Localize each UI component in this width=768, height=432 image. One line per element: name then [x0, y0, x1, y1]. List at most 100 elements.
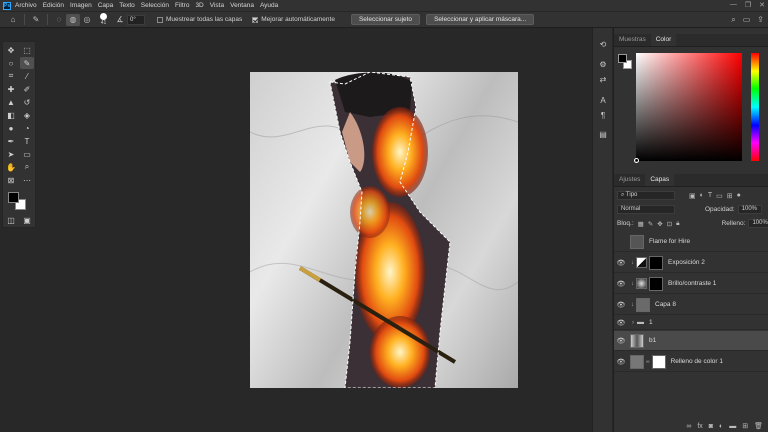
- libraries-panel-icon[interactable]: ▤: [596, 128, 610, 140]
- hue-slider[interactable]: [751, 53, 759, 161]
- filter-adjust-icon[interactable]: ◐: [700, 192, 704, 200]
- new-layer-icon[interactable]: ⊞: [742, 422, 748, 430]
- layer-row[interactable]: 👁︎ ↓ Exposición 2: [614, 253, 768, 273]
- menu-edicion[interactable]: Edición: [43, 2, 64, 9]
- menu-capa[interactable]: Capa: [98, 2, 114, 9]
- eye-icon[interactable]: 👁︎: [614, 358, 628, 366]
- foreground-color-swatch[interactable]: [8, 192, 19, 203]
- delete-layer-icon[interactable]: 🗑︎: [754, 422, 763, 430]
- layer-name[interactable]: Brillo/contraste 1: [668, 280, 716, 287]
- properties-panel-icon[interactable]: ⚙: [596, 58, 610, 70]
- healing-icon[interactable]: ✚: [4, 83, 18, 95]
- sample-all-layers-option[interactable]: Muestrear todas las capas: [157, 16, 242, 23]
- lasso-icon[interactable]: ○: [4, 57, 18, 69]
- document-canvas[interactable]: [250, 72, 518, 388]
- brush-icon[interactable]: ✐: [20, 83, 34, 95]
- shape-icon[interactable]: ▭: [20, 148, 34, 160]
- menu-imagen[interactable]: Imagen: [70, 2, 92, 9]
- auto-enhance-checkbox[interactable]: [252, 16, 259, 23]
- menu-ayuda[interactable]: Ayuda: [260, 2, 278, 9]
- subtract-selection-icon[interactable]: ◎: [80, 14, 94, 26]
- layer-name[interactable]: Relleno de color 1: [671, 358, 723, 365]
- lock-pixels-icon[interactable]: ✎: [648, 220, 653, 228]
- expand-arrow-icon[interactable]: ›: [632, 320, 634, 326]
- link-layers-icon[interactable]: ∞: [686, 423, 691, 430]
- add-selection-icon[interactable]: ◍: [66, 13, 80, 26]
- close-icon[interactable]: ✕: [759, 1, 765, 9]
- quick-selection-icon[interactable]: ✎: [20, 57, 34, 69]
- menu-3d[interactable]: 3D: [195, 2, 203, 9]
- menu-ventana[interactable]: Ventana: [230, 2, 254, 9]
- frame-icon[interactable]: ⊠: [4, 174, 18, 186]
- tab-ajustes[interactable]: Ajustes: [614, 174, 645, 186]
- restore-icon[interactable]: ❐: [745, 1, 751, 9]
- adjust-panel-icon[interactable]: ⇄: [596, 73, 610, 85]
- menu-seleccion[interactable]: Selección: [141, 2, 169, 9]
- sample-all-layers-checkbox[interactable]: [157, 16, 163, 23]
- tab-muestras[interactable]: Muestras: [614, 34, 651, 46]
- path-select-icon[interactable]: ➤: [4, 148, 18, 160]
- select-subject-button[interactable]: Seleccionar sujeto: [350, 14, 421, 25]
- fill-field[interactable]: 100%: [748, 219, 768, 228]
- menu-archivo[interactable]: Archivo: [15, 2, 37, 9]
- blend-mode-select[interactable]: Normal: [617, 205, 675, 214]
- eyedropper-icon[interactable]: ⁄: [20, 70, 34, 82]
- marquee-icon[interactable]: ⬚: [20, 44, 34, 56]
- hand-icon[interactable]: ✋: [4, 161, 18, 173]
- bucket-icon[interactable]: ◈: [20, 109, 34, 121]
- minimize-icon[interactable]: —: [730, 1, 737, 9]
- eye-icon[interactable]: 👁︎: [614, 337, 628, 345]
- group-row[interactable]: 👁︎ › ▬ 1: [614, 316, 768, 330]
- new-group-icon[interactable]: ▬: [729, 423, 736, 430]
- home-icon[interactable]: ⌂: [6, 14, 20, 26]
- layer-row[interactable]: 👁︎ b1: [614, 331, 768, 351]
- zoom-icon[interactable]: ⌕: [20, 161, 34, 173]
- layer-name[interactable]: Flame for Hire: [649, 238, 690, 245]
- new-selection-icon[interactable]: ◌: [52, 14, 66, 26]
- tab-color[interactable]: Color: [650, 34, 677, 46]
- layer-name[interactable]: Exposición 2: [668, 259, 705, 266]
- blur-icon[interactable]: ●: [4, 122, 18, 134]
- pen-icon[interactable]: ✒: [4, 135, 18, 147]
- filter-toggle-icon[interactable]: ●: [737, 192, 741, 200]
- menu-texto[interactable]: Texto: [119, 2, 135, 9]
- color-picker-cursor[interactable]: [634, 158, 639, 163]
- layer-filter-select[interactable]: ⌕ Tipo: [617, 191, 675, 200]
- foreground-swatch[interactable]: [618, 54, 627, 63]
- layer-row[interactable]: Flame for Hire: [614, 232, 768, 252]
- eye-icon[interactable]: 👁︎: [614, 319, 628, 327]
- filter-type-icon[interactable]: T: [708, 192, 712, 200]
- layer-row[interactable]: 👁︎ ∞ Relleno de color 1: [614, 352, 768, 372]
- paragraph-panel-icon[interactable]: ¶: [596, 109, 610, 121]
- eye-icon[interactable]: 👁︎: [614, 280, 628, 288]
- color-field[interactable]: [634, 53, 742, 163]
- filter-pixel-icon[interactable]: ▣: [689, 192, 696, 200]
- history-brush-icon[interactable]: ↺: [20, 96, 34, 108]
- history-panel-icon[interactable]: ⟲: [596, 38, 610, 50]
- lock-artboard-icon[interactable]: ⊡: [667, 220, 672, 228]
- fx-icon[interactable]: fx: [697, 423, 702, 430]
- search-icon[interactable]: ⌕: [731, 15, 735, 25]
- layer-row[interactable]: 👁︎ ↓ Brillo/contraste 1: [614, 274, 768, 294]
- share-icon[interactable]: ⇪: [757, 15, 764, 25]
- character-panel-icon[interactable]: A: [596, 94, 610, 106]
- layer-name[interactable]: 1: [649, 319, 653, 326]
- quick-selection-preset-icon[interactable]: ✎: [29, 14, 43, 26]
- lock-transparent-icon[interactable]: ▦: [638, 220, 644, 228]
- filter-smart-icon[interactable]: ⊞: [727, 192, 733, 200]
- crop-icon[interactable]: ⌗: [4, 70, 18, 82]
- fg-bg-swatches[interactable]: [618, 54, 632, 70]
- eye-icon[interactable]: 👁︎: [614, 301, 628, 309]
- quick-mask-icon[interactable]: ◫: [4, 214, 18, 226]
- tab-capas[interactable]: Capas: [645, 174, 675, 186]
- eye-icon[interactable]: 👁︎: [614, 259, 628, 267]
- workspace-icon[interactable]: ▭: [743, 15, 751, 25]
- filter-shape-icon[interactable]: ▭: [716, 192, 723, 200]
- screen-mode-icon[interactable]: ▣: [20, 214, 34, 226]
- move-icon[interactable]: ✥: [4, 44, 18, 56]
- dodge-icon[interactable]: ◔: [20, 122, 34, 134]
- canvas-area[interactable]: [36, 28, 612, 432]
- auto-enhance-option[interactable]: Mejorar automáticamente: [252, 16, 335, 23]
- lock-position-icon[interactable]: ✥: [657, 220, 662, 228]
- lock-all-icon[interactable]: 🔒︎: [676, 220, 679, 228]
